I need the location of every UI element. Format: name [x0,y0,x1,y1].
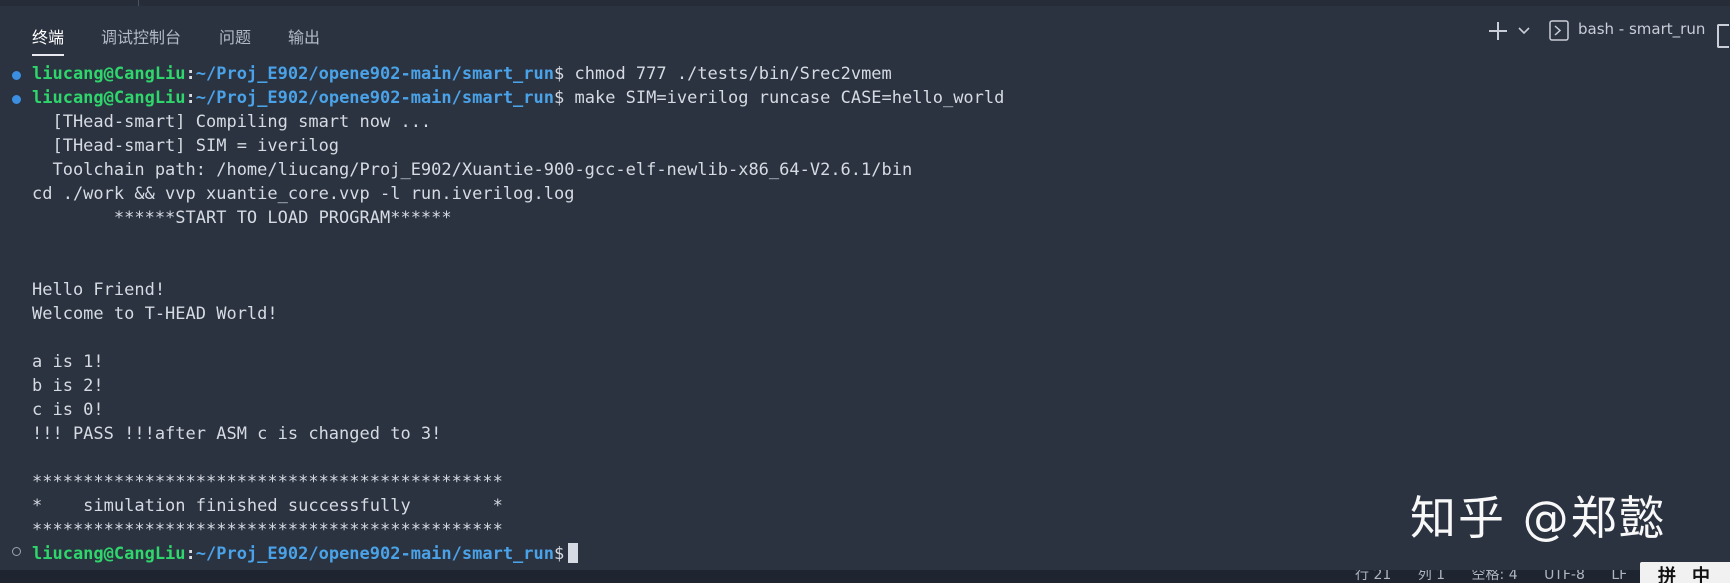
terminal-output-line: Toolchain path: /home/liucang/Proj_E902/… [32,160,913,180]
terminal-output-line: !!! PASS !!!after ASM c is changed to 3! [32,424,442,444]
terminal-output-line: b is 2! [32,376,104,396]
panel-layout-icon[interactable] [1717,24,1729,48]
ime-mode-chinese: 中 [1692,566,1710,583]
tab-output[interactable]: 输出 [288,24,320,50]
terminal-line-command-2: liucang@CangLiu:~/Proj_E902/opene902-mai… [32,86,1004,110]
terminal-output-line: c is 0! [32,400,104,420]
command-text: make SIM=iverilog runcase CASE=hello_wor… [564,88,1005,108]
terminal-output-line: [THead-smart] SIM = iverilog [32,136,340,156]
prompt-separator: : [185,64,196,84]
status-column[interactable]: 列 1 [1418,570,1445,583]
tab-terminal[interactable]: 终端 [32,24,65,56]
panel-header: 终端 调试控制台 问题 输出 [0,6,1730,56]
prompt-user: liucang@CangLiu [32,64,186,84]
command-text: chmod 777 ./tests/bin/Srec2vmem [564,64,892,84]
prompt-dollar: $ [554,64,565,84]
status-bar: 行 21 列 1 空格: 4 UTF-8 LF [0,570,1730,583]
prompt-path: ~/Proj_E902/opene902-main/smart_run [195,544,555,564]
terminal-output-line: a is 1! [32,352,104,372]
prompt-dollar: $ [554,88,565,108]
prompt-separator: : [185,544,196,564]
chevron-down-icon [1518,27,1530,35]
new-terminal-button[interactable] [1487,16,1509,44]
terminal-dropdown-button[interactable] [1516,16,1532,44]
prompt-dollar: $ [554,544,565,564]
prompt-decoration-icon[interactable] [12,547,21,556]
tab-debug-console[interactable]: 调试控制台 [101,24,181,50]
zhihu-watermark: 知乎 @郑懿 [1410,491,1667,545]
status-items: 行 21 列 1 空格: 4 UTF-8 LF [1355,570,1649,583]
status-encoding[interactable]: UTF-8 [1544,570,1585,583]
terminal-instance-selector[interactable]: bash - smart_run [1548,16,1708,44]
ime-indicator[interactable]: 拼 中 [1640,562,1730,583]
prompt-user: liucang@CangLiu [32,544,186,564]
terminal-instance-label: bash - smart_run [1578,20,1706,38]
ime-mode-pinyin: 拼 [1658,566,1676,583]
tab-problems[interactable]: 问题 [219,24,251,50]
terminal-output-line: cd ./work && vvp xuantie_core.vvp -l run… [32,184,575,204]
command-decoration-icon[interactable] [12,95,21,104]
prompt-path: ~/Proj_E902/opene902-main/smart_run [195,64,555,84]
status-eol[interactable]: LF [1611,570,1627,583]
terminal-cursor [568,543,579,563]
terminal-output-line: * simulation finished successfully * [32,496,503,516]
terminal-output-line: ****************************************… [32,472,503,492]
status-line[interactable]: 行 21 [1355,570,1391,583]
terminal-output-line: [THead-smart] Compiling smart now ... [32,112,432,132]
plus-icon [1489,22,1507,40]
terminal-output-line: Hello Friend! [32,280,166,300]
prompt-separator: : [185,88,196,108]
terminal-output-line: ******START TO LOAD PROGRAM****** [32,208,452,228]
command-decoration-icon[interactable] [12,71,21,80]
status-indent[interactable]: 空格: 4 [1472,570,1518,583]
terminal-line-command-1: liucang@CangLiu:~/Proj_E902/opene902-mai… [32,62,892,86]
prompt-path: ~/Proj_E902/opene902-main/smart_run [195,88,555,108]
terminal-output-line: ****************************************… [32,520,503,540]
terminal-icon [1549,20,1569,41]
terminal-output-line: Welcome to T-HEAD World! [32,304,278,324]
prompt-user: liucang@CangLiu [32,88,186,108]
terminal-line-current-prompt: liucang@CangLiu:~/Proj_E902/opene902-mai… [32,542,579,566]
